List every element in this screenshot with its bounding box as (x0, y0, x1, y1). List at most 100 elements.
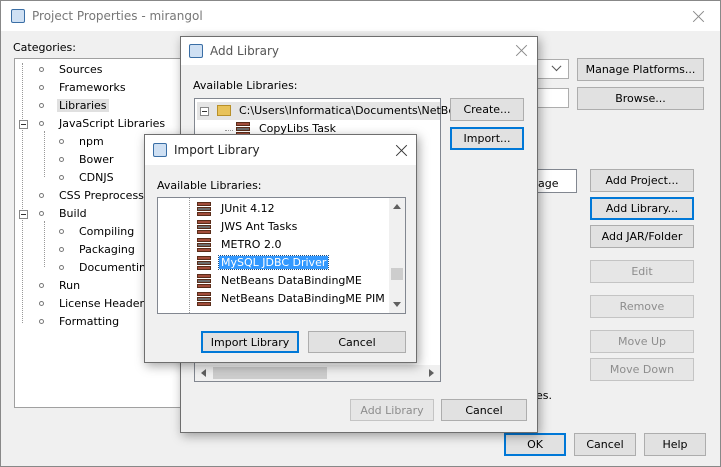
add-library-confirm-button[interactable]: Add Library (350, 399, 434, 421)
tree-node-icon (39, 283, 44, 288)
platform-combo[interactable] (537, 59, 569, 79)
library-folder-path: C:\Users\Informatica\Documents\NetBea (239, 104, 462, 117)
add-project-button[interactable]: Add Project... (590, 169, 694, 192)
tree-item-packaging[interactable]: Packaging (59, 241, 135, 259)
netbeans-app-icon (11, 9, 25, 23)
import-library-item-label: MySQL JDBC Driver (217, 255, 330, 270)
add-jar-folder-button[interactable]: Add JAR/Folder (590, 225, 694, 248)
bottom-text-fragment: es. (536, 389, 552, 402)
import-library-item[interactable]: METRO 2.0 (196, 236, 281, 254)
tree-item-compiling[interactable]: Compiling (59, 223, 134, 241)
tree-node-icon (39, 193, 44, 198)
import-library-item-label: METRO 2.0 (221, 238, 282, 251)
main-cancel-button[interactable]: Cancel (574, 433, 636, 456)
create-button[interactable]: Create... (450, 98, 524, 121)
library-icon (196, 202, 212, 216)
scroll-left-icon[interactable] (201, 369, 206, 377)
categories-label: Categories: (13, 41, 76, 54)
tree-label: Frameworks (59, 81, 126, 94)
vertical-scrollbar[interactable] (389, 198, 405, 313)
tree-connector (189, 198, 190, 313)
import-library-available-label: Available Libraries: (157, 179, 262, 192)
tree-item-javascript-libraries[interactable]: JavaScript Libraries (19, 115, 166, 133)
add-library-close-icon[interactable] (514, 43, 530, 59)
import-library-item[interactable]: JWS Ant Tasks (196, 218, 297, 236)
add-library-title: Add Library (210, 44, 280, 58)
library-icon (196, 238, 212, 252)
tree-item-formatting[interactable]: Formatting (39, 313, 120, 331)
tree-item-libraries[interactable]: Libraries (39, 97, 109, 115)
tree-label: Run (59, 279, 81, 292)
tree-item-documenting[interactable]: Documenting (59, 259, 153, 277)
tree-item-build[interactable]: Build (19, 205, 87, 223)
edit-button[interactable]: Edit (590, 260, 694, 283)
import-button[interactable]: Import... (450, 127, 524, 150)
import-library-dialog: Import Library Available Libraries: JUni… (144, 134, 417, 363)
add-library-cancel-button[interactable]: Cancel (441, 399, 527, 421)
browse-button[interactable]: Browse... (577, 87, 704, 110)
add-library-title-bar: Add Library (181, 37, 537, 65)
tree-item-cdnjs[interactable]: CDNJS (59, 169, 114, 187)
tree-label: CDNJS (79, 171, 114, 184)
remove-button[interactable]: Remove (590, 295, 694, 318)
import-library-item[interactable]: NetBeans DataBindingME PIM (196, 290, 385, 308)
import-library-item-selected[interactable]: MySQL JDBC Driver (196, 254, 330, 272)
move-down-button[interactable]: Move Down (590, 358, 694, 381)
tree-item-sources[interactable]: Sources (39, 61, 103, 79)
import-library-title-bar: Import Library (145, 135, 416, 165)
main-window-title: Project Properties - mirangol (32, 9, 203, 23)
tree-node-icon (39, 67, 44, 72)
tree-node-icon (39, 103, 44, 108)
manage-platforms-button[interactable]: Manage Platforms... (577, 58, 704, 81)
tree-label: Bower (79, 153, 114, 166)
scroll-right-icon[interactable] (429, 369, 434, 377)
tree-node-icon (39, 301, 44, 306)
main-title-bar: Project Properties - mirangol (1, 1, 720, 31)
collapse-icon[interactable] (200, 107, 209, 116)
collapse-icon[interactable] (19, 120, 28, 129)
help-button[interactable]: Help (644, 433, 706, 456)
library-icon (196, 292, 212, 306)
add-library-available-label: Available Libraries: (193, 79, 298, 92)
library-folder-node[interactable]: C:\Users\Informatica\Documents\NetBea (197, 102, 462, 120)
import-library-close-icon[interactable] (394, 143, 410, 159)
tree-connector (22, 63, 23, 323)
tree-label: Libraries (57, 99, 109, 112)
tree-connector (44, 131, 45, 177)
tree-node-icon (59, 139, 64, 144)
import-library-cancel-button[interactable]: Cancel (308, 331, 406, 353)
scrollbar-thumb[interactable] (213, 367, 327, 379)
scroll-up-icon[interactable] (393, 204, 401, 209)
import-library-item[interactable]: JUnit 4.12 (196, 200, 275, 218)
scrollbar-thumb[interactable] (391, 268, 403, 280)
tree-node-icon (39, 211, 44, 216)
tree-item-bower[interactable]: Bower (59, 151, 114, 169)
netbeans-app-icon (189, 44, 203, 58)
ok-button[interactable]: OK (504, 433, 566, 456)
tree-label: Documenting (79, 261, 153, 274)
tree-item-frameworks[interactable]: Frameworks (39, 79, 126, 97)
add-library-button[interactable]: Add Library... (590, 197, 694, 220)
collapse-icon[interactable] (19, 210, 28, 219)
import-library-title: Import Library (174, 143, 260, 157)
scroll-down-icon[interactable] (393, 302, 401, 307)
move-up-button[interactable]: Move Up (590, 330, 694, 353)
library-icon (196, 256, 212, 270)
tree-item-run[interactable]: Run (39, 277, 81, 295)
main-close-icon[interactable] (691, 9, 707, 25)
tree-node-icon (59, 157, 64, 162)
library-icon (196, 220, 212, 234)
import-library-list[interactable]: JUnit 4.12 JWS Ant Tasks METRO 2.0 MySQL… (157, 197, 406, 314)
tree-item-license-headers[interactable]: License Headers (39, 295, 150, 313)
import-library-button[interactable]: Import Library (201, 331, 299, 353)
tree-label: License Headers (59, 297, 150, 310)
path-field[interactable] (537, 88, 569, 108)
import-library-item[interactable]: NetBeans DataBindingME (196, 272, 362, 290)
tree-item-npm[interactable]: npm (59, 133, 104, 151)
tree-label: JavaScript Libraries (59, 117, 166, 130)
import-library-item-label: JWS Ant Tasks (221, 220, 298, 233)
chevron-down-icon (551, 61, 562, 72)
horizontal-scrollbar[interactable] (195, 365, 440, 381)
tree-label: Formatting (59, 315, 120, 328)
tree-label: Build (59, 207, 87, 220)
